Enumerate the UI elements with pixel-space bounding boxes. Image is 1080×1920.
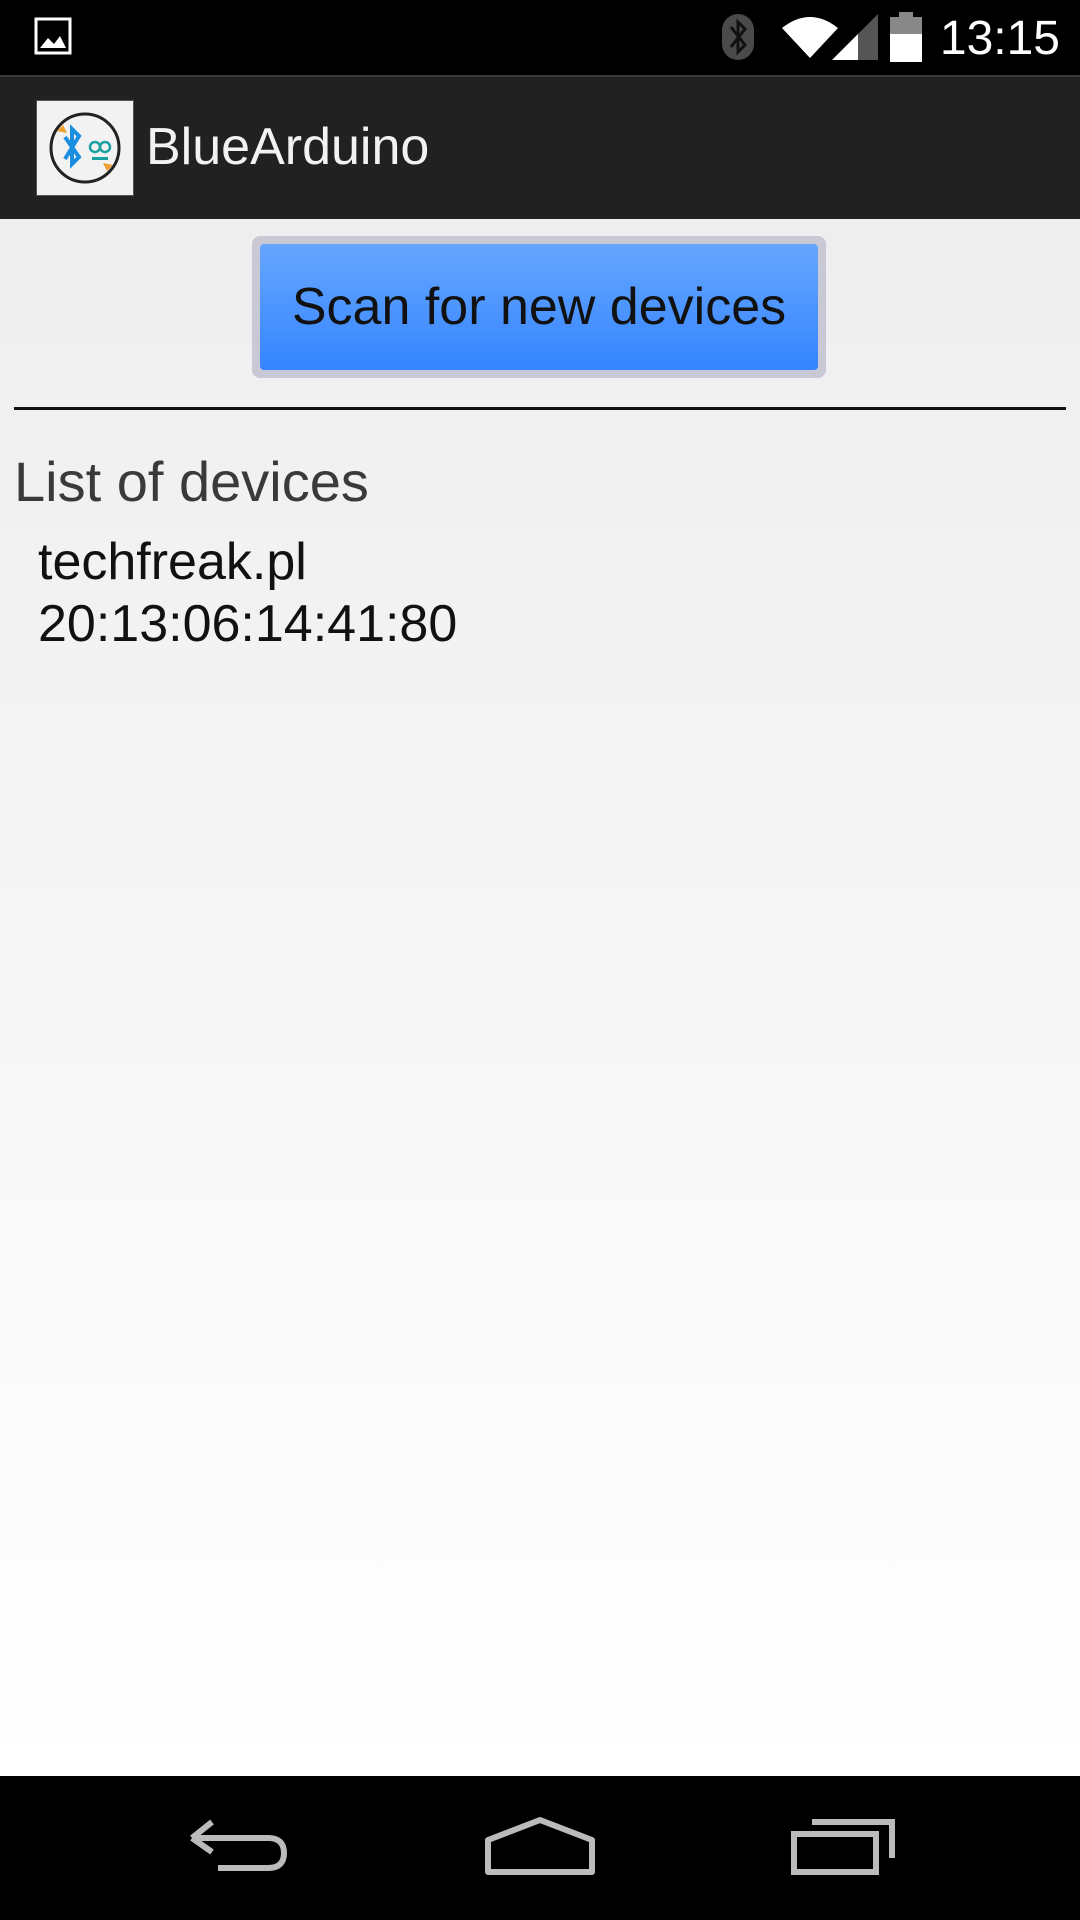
- navigation-bar: [0, 1776, 1080, 1920]
- scan-button-frame: Scan for new devices: [252, 236, 826, 378]
- divider: [14, 407, 1066, 410]
- signal-icon: [832, 14, 878, 65]
- image-notification-icon: [34, 17, 72, 60]
- action-bar: BlueArduino: [0, 75, 1080, 219]
- scan-button[interactable]: Scan for new devices: [260, 244, 818, 370]
- device-name: techfreak.pl: [38, 533, 307, 591]
- list-heading: List of devices: [14, 450, 369, 513]
- home-icon[interactable]: [484, 1816, 596, 1881]
- list-item[interactable]: techfreak.pl 20:13:06:14:41:80: [38, 531, 457, 655]
- wifi-icon: [782, 14, 838, 65]
- bluetooth-icon: [720, 12, 756, 67]
- main-content: Scan for new devices List of devices tec…: [0, 219, 1080, 1776]
- battery-icon: [890, 12, 922, 67]
- app-logo-icon[interactable]: [36, 100, 134, 196]
- device-address: 20:13:06:14:41:80: [38, 595, 458, 653]
- recents-icon[interactable]: [790, 1816, 896, 1881]
- back-icon[interactable]: [188, 1816, 290, 1881]
- status-clock: 13:15: [939, 12, 1060, 65]
- status-bar: 13:15: [0, 0, 1080, 75]
- app-title: BlueArduino: [146, 118, 430, 176]
